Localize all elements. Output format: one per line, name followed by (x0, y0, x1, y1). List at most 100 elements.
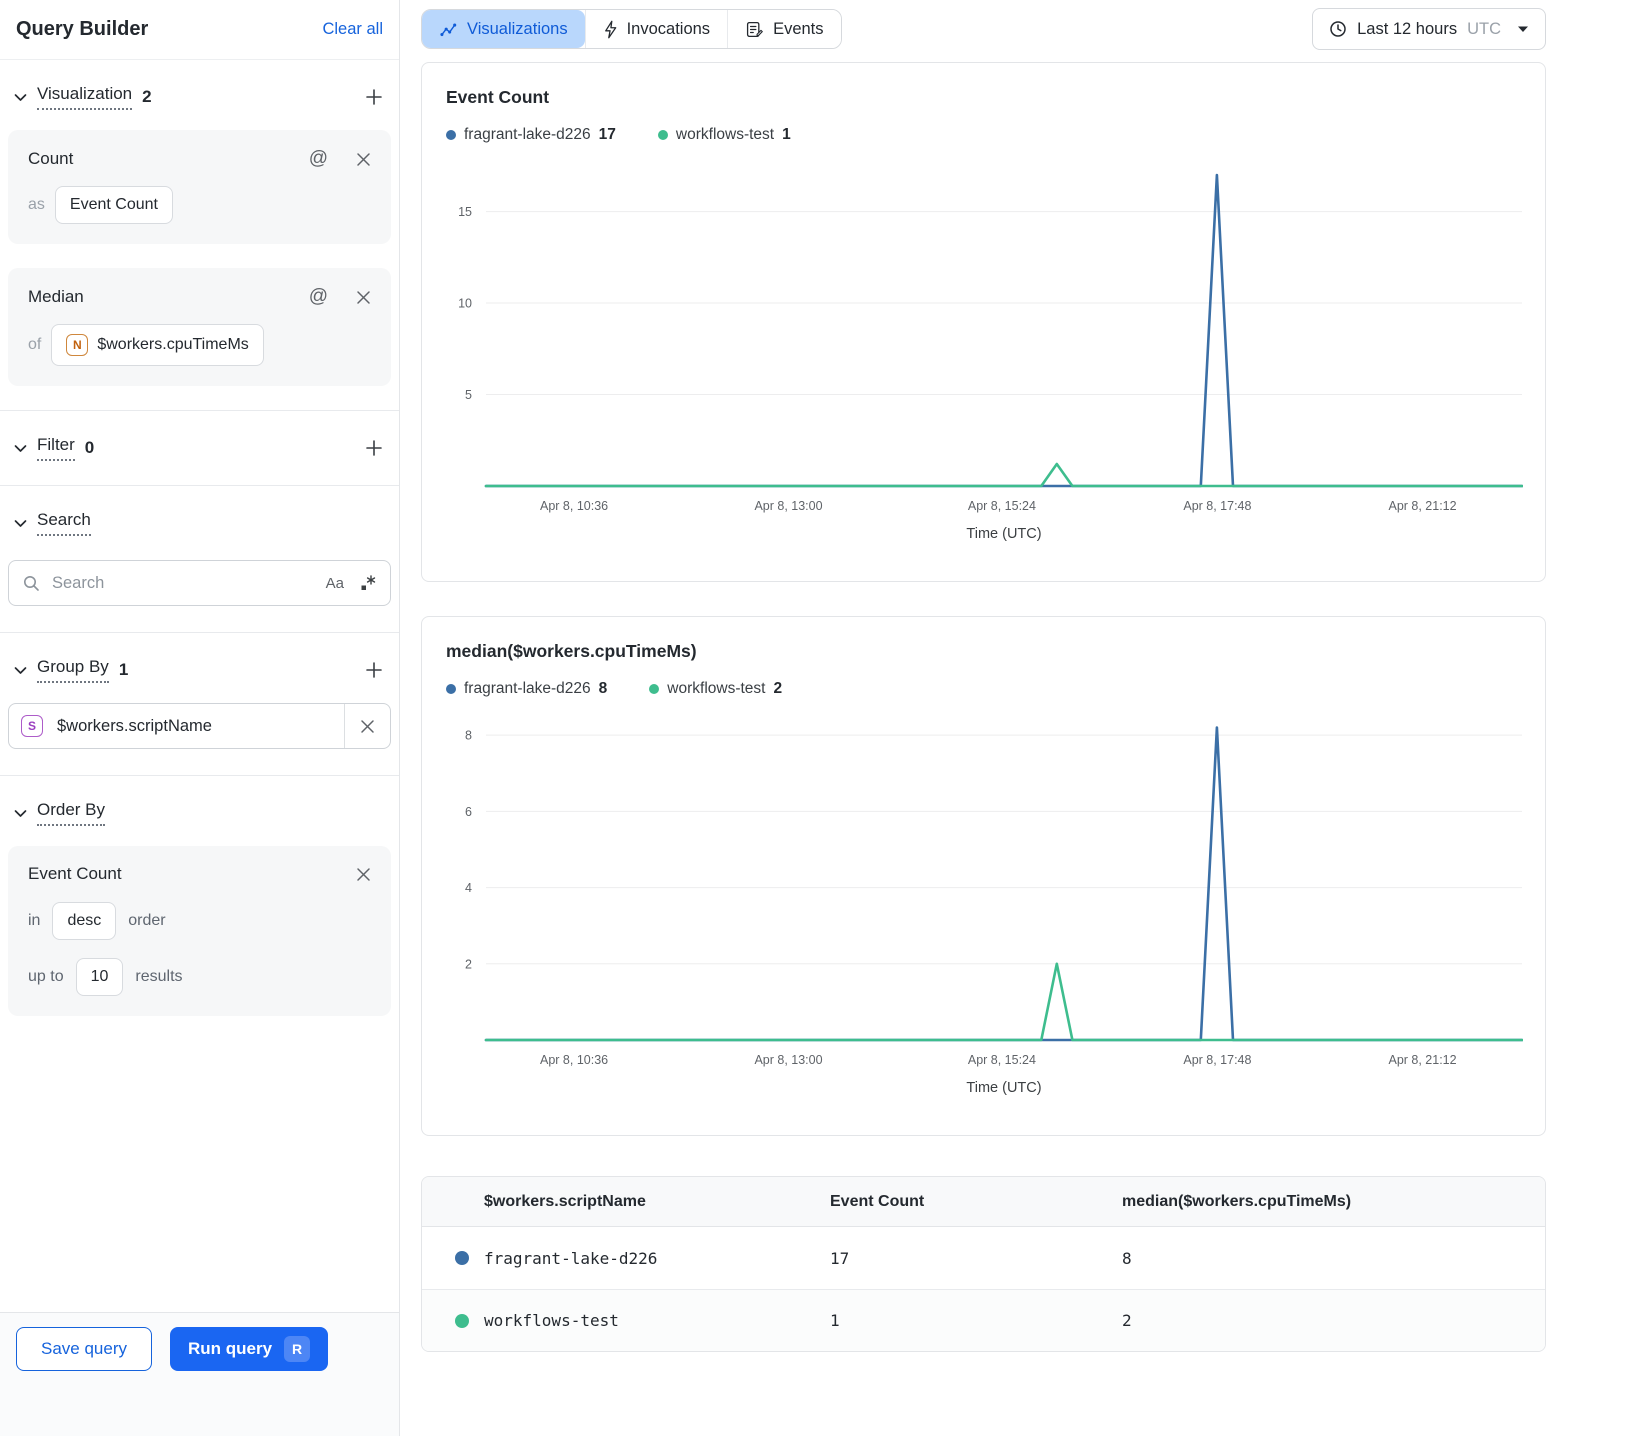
search-icon (23, 575, 40, 592)
order-by-section-header: Order By (0, 776, 399, 840)
svg-text:Apr 8, 10:36: Apr 8, 10:36 (540, 499, 608, 513)
search-input[interactable] (50, 572, 316, 594)
svg-text:8: 8 (465, 729, 472, 743)
column-header-median: median($workers.cpuTimeMs) (1122, 1192, 1352, 1210)
legend-dot (657, 130, 668, 140)
filter-count: 0 (84, 438, 95, 457)
group-by-section-header: Group By 1 (0, 633, 399, 697)
order-by-field: Event Count (28, 864, 122, 883)
add-filter-button[interactable] (365, 439, 383, 457)
chevron-down-icon[interactable] (14, 809, 27, 818)
add-visualization-button[interactable] (365, 88, 383, 106)
table-row: workflows-test 1 2 (422, 1289, 1545, 1351)
script-name: fragrant-lake-d226 (484, 1248, 658, 1268)
event-count-value: 17 (830, 1248, 850, 1268)
tab-invocations[interactable]: Invocations (584, 10, 728, 48)
up-to-label: up to (28, 968, 64, 985)
legend-item[interactable]: workflows-test 2 (649, 680, 782, 698)
search-section-label: Search (37, 510, 91, 536)
close-icon[interactable] (356, 290, 371, 305)
chart-legend: fragrant-lake-d226 17 workflows-test 1 (446, 126, 1521, 144)
close-icon[interactable] (356, 152, 371, 167)
case-sensitive-icon[interactable]: Aa (326, 575, 344, 592)
of-label: of (28, 336, 42, 353)
at-icon[interactable]: @ (309, 286, 328, 308)
script-name: workflows-test (484, 1311, 619, 1330)
svg-text:Apr 8, 21:12: Apr 8, 21:12 (1388, 499, 1456, 513)
series-dot (455, 1313, 469, 1328)
event-count-line-chart[interactable]: 5 10 15 Apr 8, 10:36 Apr 8, 13:00 Apr 8, 15:2… (446, 156, 1523, 544)
visualization-card-count: Count @ as Event Count (8, 130, 391, 244)
string-type-icon: S (21, 715, 43, 737)
time-range-label: Last 12 hours (1357, 19, 1458, 38)
top-bar: Visualizations Invocations Events Last 1… (421, 8, 1546, 50)
search-input-container: Aa (8, 560, 391, 606)
tab-visualizations[interactable]: Visualizations (422, 10, 585, 48)
visualization-alias-field[interactable]: Event Count (54, 186, 173, 224)
svg-text:5: 5 (465, 388, 472, 402)
median-field-selector[interactable]: N $workers.cpuTimeMs (51, 324, 264, 366)
series-dot (455, 1251, 469, 1265)
page-title: Query Builder (16, 18, 149, 40)
median-cpu-line-chart[interactable]: 2 4 6 8 Apr 8, 10:36 Apr 8, 13:00 Apr 8, 15:24… (446, 710, 1523, 1098)
sort-direction-selector[interactable]: desc (52, 902, 117, 940)
add-group-by-button[interactable] (365, 661, 383, 679)
save-query-button[interactable]: Save query (16, 1327, 152, 1371)
regex-icon[interactable] (360, 575, 376, 591)
svg-text:Apr 8, 17:48: Apr 8, 17:48 (1183, 1053, 1251, 1067)
legend-dot (649, 684, 660, 694)
time-range-selector[interactable]: Last 12 hours UTC (1312, 8, 1546, 50)
legend-item[interactable]: fragrant-lake-d226 8 (446, 680, 607, 698)
svg-text:6: 6 (465, 805, 472, 819)
table-row: fragrant-lake-d226 17 8 (422, 1227, 1545, 1289)
order-label: order (128, 912, 166, 929)
filter-section-header: Filter 0 (0, 411, 399, 475)
chevron-down-icon[interactable] (14, 666, 27, 675)
group-by-section-label: Group By (37, 657, 109, 683)
result-limit-field[interactable]: 10 (75, 958, 124, 996)
group-by-count: 1 (118, 660, 129, 679)
search-section-header: Search (0, 486, 399, 550)
legend-item[interactable]: fragrant-lake-d226 17 (446, 126, 616, 144)
sidebar-header: Query Builder Clear all (0, 0, 399, 60)
visualization-count: 2 (142, 87, 152, 106)
event-log-icon (745, 20, 764, 39)
run-query-button[interactable]: Run query R (170, 1327, 329, 1371)
results-label: results (135, 968, 183, 985)
svg-text:Apr 8, 10:36: Apr 8, 10:36 (540, 1053, 608, 1067)
svg-text:Apr 8, 13:00: Apr 8, 13:00 (754, 499, 822, 513)
filter-section-label: Filter (37, 435, 75, 461)
event-count-chart-card: Event Count fragrant-lake-d226 17 workfl… (421, 62, 1546, 582)
legend-item[interactable]: workflows-test 1 (657, 126, 791, 144)
event-count-value: 1 (830, 1311, 840, 1330)
main-content: Visualizations Invocations Events Last 1… (401, 0, 1640, 1436)
chart-title: Event Count (446, 87, 550, 107)
as-label: as (28, 196, 45, 213)
visualization-section-label: Visualization (37, 84, 133, 110)
median-value: 8 (1122, 1248, 1132, 1268)
tab-events[interactable]: Events (727, 10, 841, 48)
view-tabs: Visualizations Invocations Events (421, 9, 842, 49)
svg-text:4: 4 (465, 881, 472, 895)
order-by-section-label: Order By (37, 800, 106, 826)
chevron-down-icon[interactable] (14, 93, 27, 102)
timezone-label: UTC (1467, 19, 1501, 38)
median-cpu-chart-card: median($workers.cpuTimeMs) fragrant-lake… (421, 616, 1546, 1136)
remove-group-by-button[interactable] (344, 704, 390, 748)
group-by-item[interactable]: S $workers.scriptName (8, 703, 391, 749)
card-title: Median (28, 287, 84, 306)
svg-text:10: 10 (458, 297, 472, 311)
chevron-down-icon[interactable] (14, 519, 27, 528)
chevron-down-icon[interactable] (14, 444, 27, 453)
clock-icon (1329, 20, 1347, 38)
median-value: 2 (1122, 1311, 1132, 1330)
number-type-icon: N (66, 334, 89, 356)
svg-text:Apr 8, 13:00: Apr 8, 13:00 (754, 1053, 822, 1067)
at-icon[interactable]: @ (309, 148, 328, 170)
visualization-card-median: Median @ of N $workers.cpuTimeMs (8, 268, 391, 386)
clear-all-link[interactable]: Clear all (322, 20, 383, 39)
in-label: in (28, 912, 41, 929)
lightning-icon (603, 20, 618, 39)
close-icon[interactable] (356, 867, 371, 882)
results-table: $workers.scriptName Event Count median($… (421, 1176, 1546, 1352)
